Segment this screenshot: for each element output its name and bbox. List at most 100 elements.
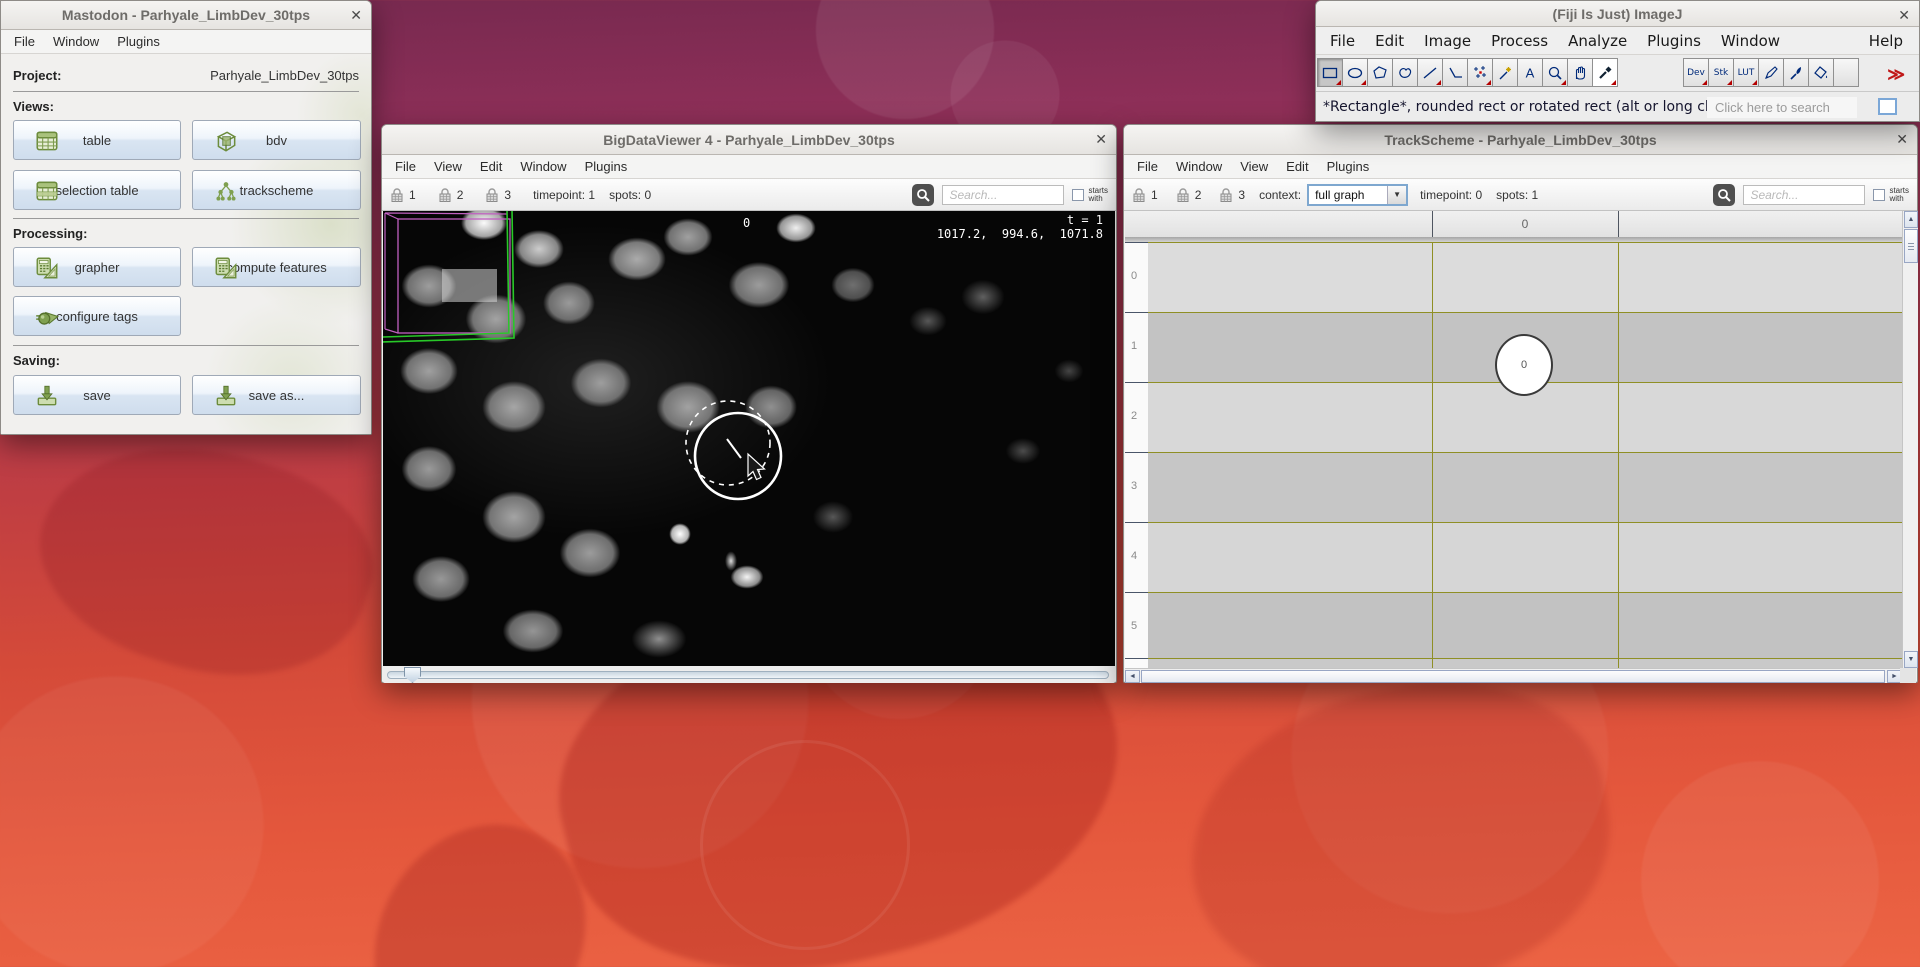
grapher-button[interactable]: grapher — [13, 247, 181, 287]
menu-image[interactable]: Image — [1414, 29, 1481, 53]
menu-file[interactable]: File — [5, 30, 44, 54]
mastodon-content: Project: Parhyale_LimbDev_30tps Views: t… — [1, 54, 371, 434]
more-tools-icon[interactable]: ≫ — [1887, 65, 1905, 85]
mastodon-titlebar[interactable]: Mastodon - Parhyale_LimbDev_30tps ✕ — [1, 1, 371, 30]
search-input[interactable] — [1743, 185, 1865, 205]
vertical-scrollbar[interactable]: ▲ ▼ — [1902, 211, 1918, 668]
dev-tool-button[interactable]: Dev — [1683, 58, 1709, 87]
fill-bucket-tool-button[interactable] — [1808, 58, 1834, 87]
color-picker-tool-button[interactable] — [1592, 58, 1618, 87]
bookmark-lock-3[interactable]: 3 — [1219, 187, 1245, 203]
chevron-down-icon[interactable]: ▼ — [1387, 186, 1406, 204]
context-dropdown[interactable]: full graph ▼ — [1307, 184, 1408, 206]
pencil-tool-button[interactable] — [1758, 58, 1784, 87]
context-label: context: — [1259, 188, 1301, 202]
polygon-tool-button[interactable] — [1367, 58, 1393, 87]
menu-window[interactable]: Window — [511, 155, 575, 179]
menu-file[interactable]: File — [1128, 155, 1167, 179]
trackscheme-titlebar[interactable]: TrackScheme - Parhyale_LimbDev_30tps ✕ — [1124, 125, 1917, 155]
stk-tool-button[interactable]: Stk — [1708, 58, 1734, 87]
menu-window[interactable]: Window — [44, 30, 108, 54]
close-icon[interactable]: ✕ — [1898, 1, 1910, 30]
save-button[interactable]: save — [13, 375, 181, 415]
empty-tool-slot[interactable] — [1833, 58, 1859, 87]
hand-tool-button[interactable] — [1567, 58, 1593, 87]
slider-thumb[interactable] — [404, 667, 421, 683]
menu-edit[interactable]: Edit — [471, 155, 511, 179]
menu-edit[interactable]: Edit — [1365, 29, 1414, 53]
scroll-left-icon[interactable]: ◄ — [1125, 670, 1140, 683]
search-input[interactable] — [942, 185, 1064, 205]
menu-plugins[interactable]: Plugins — [1637, 29, 1711, 53]
header-divider — [1432, 211, 1433, 237]
menu-help[interactable]: Help — [1859, 29, 1913, 53]
freehand-tool-button[interactable] — [1392, 58, 1418, 87]
imagej-titlebar[interactable]: (Fiji Is Just) ImageJ ✕ — [1316, 1, 1919, 27]
menu-edit[interactable]: Edit — [1277, 155, 1317, 179]
trackscheme-graph-area[interactable]: 0 0 1 2 3 4 5 0 — [1125, 211, 1902, 668]
menu-file[interactable]: File — [1320, 29, 1365, 53]
menu-window[interactable]: Window — [1711, 29, 1790, 53]
text-tool-button[interactable]: A — [1517, 58, 1543, 87]
bookmark-lock-1[interactable]: 1 — [1132, 187, 1158, 203]
menu-analyze[interactable]: Analyze — [1558, 29, 1637, 53]
bdv-titlebar[interactable]: BigDataViewer 4 - Parhyale_LimbDev_30tps… — [382, 125, 1116, 155]
starts-with-checkbox[interactable] — [1873, 189, 1885, 201]
wand-tool-button[interactable] — [1492, 58, 1518, 87]
paintbrush-tool-button[interactable] — [1783, 58, 1809, 87]
bdv-button[interactable]: bdv — [192, 120, 361, 160]
menu-plugins[interactable]: Plugins — [1318, 155, 1379, 179]
save-as-button[interactable]: save as... — [192, 375, 361, 415]
bookmark-lock-2[interactable]: 2 — [438, 187, 464, 203]
bdv-image-canvas[interactable]: 0 t = 1 1017.2, 994.6, 1071.8 — [383, 211, 1115, 666]
compute-features-button-label: compute features — [226, 260, 326, 275]
lut-tool-button[interactable]: LUT — [1733, 58, 1759, 87]
source-index-overlay: 0 — [743, 216, 750, 230]
close-icon[interactable]: ✕ — [350, 1, 362, 30]
search-icon[interactable] — [912, 184, 934, 206]
bookmark-lock-3[interactable]: 3 — [485, 187, 511, 203]
configure-tags-button[interactable]: configure tags — [13, 296, 181, 336]
tool-alt-indicator — [1336, 80, 1341, 85]
trackscheme-button-label: trackscheme — [240, 183, 314, 198]
bigdataviewer-window: BigDataViewer 4 - Parhyale_LimbDev_30tps… — [381, 124, 1117, 683]
search-icon[interactable] — [1713, 184, 1735, 206]
scroll-down-icon[interactable]: ▼ — [1904, 651, 1918, 668]
imagej-search-field[interactable]: Click here to search — [1707, 97, 1857, 118]
timepoint-slider[interactable] — [383, 666, 1115, 683]
table-button[interactable]: table — [13, 120, 181, 160]
horizontal-scrollbar-thumb[interactable] — [1141, 670, 1885, 683]
bookmark-lock-1[interactable]: 1 — [390, 187, 416, 203]
angle-tool-button[interactable] — [1442, 58, 1468, 87]
lock-icon — [1219, 187, 1233, 203]
menu-plugins[interactable]: Plugins — [576, 155, 637, 179]
grapher-icon — [34, 255, 60, 281]
compute-features-button[interactable]: compute features — [192, 247, 361, 287]
lock-icon — [485, 187, 499, 203]
search-focus-box[interactable] — [1878, 98, 1897, 115]
horizontal-scrollbar[interactable]: ◄ ► — [1125, 668, 1902, 683]
menu-window[interactable]: Window — [1167, 155, 1231, 179]
oval-tool-button[interactable] — [1342, 58, 1368, 87]
scroll-up-icon[interactable]: ▲ — [1904, 211, 1918, 228]
bookmark-lock-2[interactable]: 2 — [1176, 187, 1202, 203]
views-section-label: Views: — [13, 99, 54, 114]
zoom-tool-button[interactable] — [1542, 58, 1568, 87]
vertical-scrollbar-thumb[interactable] — [1904, 229, 1918, 263]
menu-view[interactable]: View — [425, 155, 471, 179]
trackscheme-button[interactable]: trackscheme — [192, 170, 361, 210]
menu-file[interactable]: File — [386, 155, 425, 179]
point-tool-button[interactable] — [1467, 58, 1493, 87]
processing-section-label: Processing: — [13, 226, 87, 241]
rectangle-tool-button[interactable] — [1317, 58, 1343, 87]
menu-process[interactable]: Process — [1481, 29, 1558, 53]
line-tool-button[interactable] — [1417, 58, 1443, 87]
selection-table-button[interactable]: selection table — [13, 170, 181, 210]
menu-plugins[interactable]: Plugins — [108, 30, 169, 54]
starts-with-checkbox[interactable] — [1072, 189, 1084, 201]
row-header-column: 0 1 2 3 4 5 — [1125, 242, 1148, 668]
close-icon[interactable]: ✕ — [1896, 125, 1908, 154]
spot-node[interactable]: 0 — [1495, 334, 1553, 396]
menu-view[interactable]: View — [1231, 155, 1277, 179]
close-icon[interactable]: ✕ — [1095, 125, 1107, 154]
